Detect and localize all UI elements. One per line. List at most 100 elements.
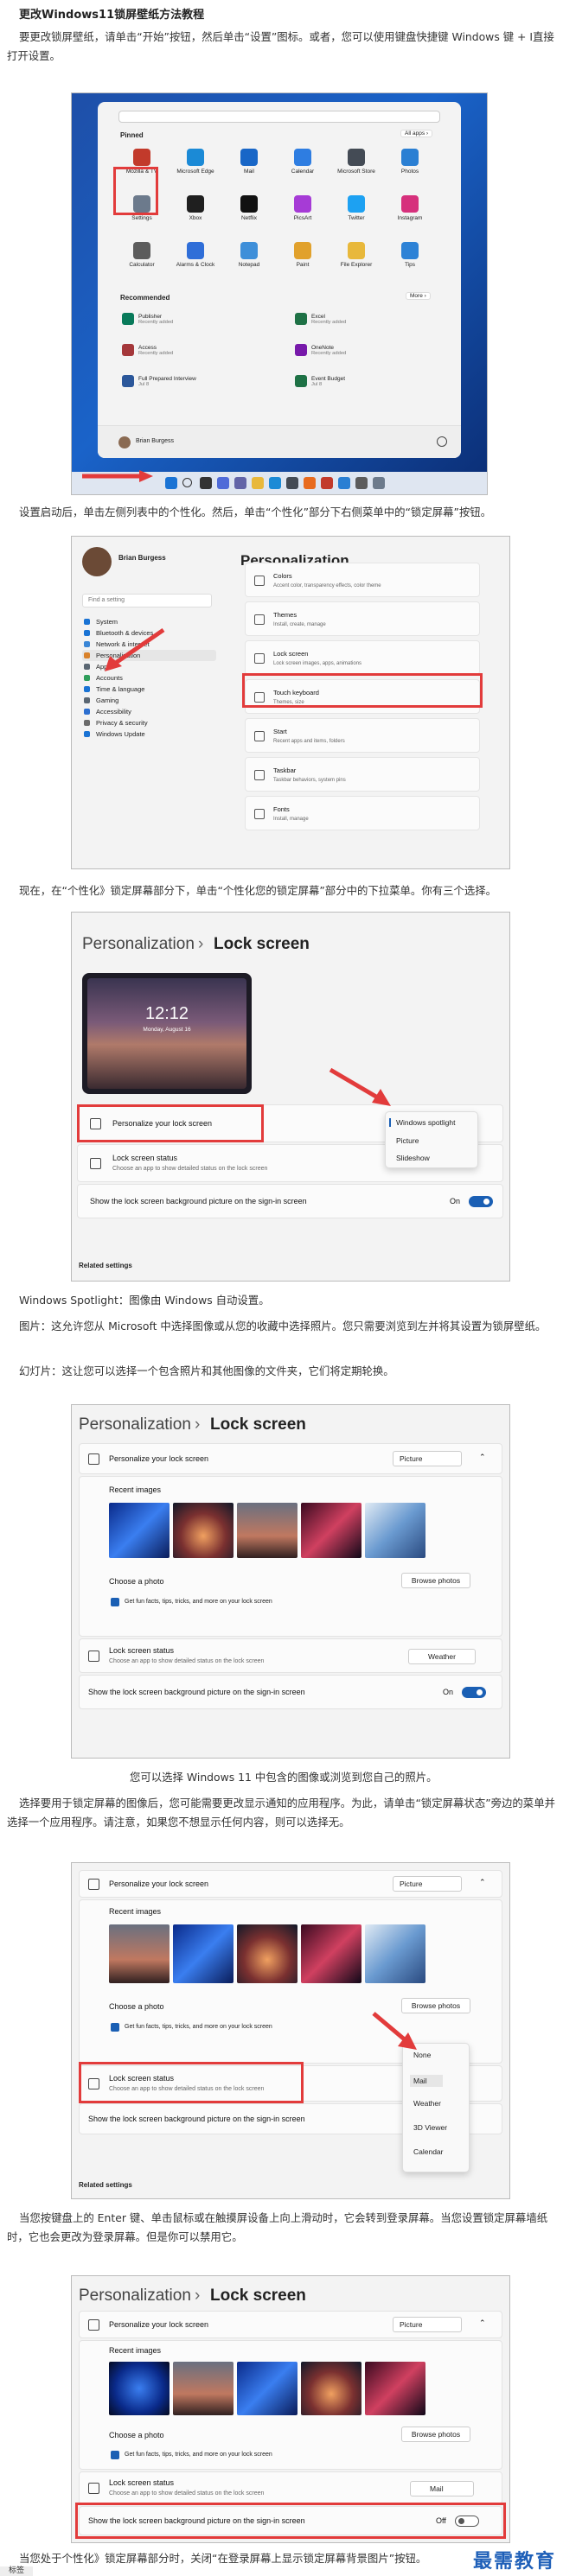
personalization-card[interactable]: Colors Accent color, transparency effects… [245,563,480,597]
pinned-app[interactable]: Alarms & Clock [174,242,217,268]
status-dropdown[interactable]: Weather [408,1649,476,1664]
all-apps-button[interactable]: All apps › [400,130,433,137]
breadcrumb-personalization[interactable]: Personalization [82,935,195,954]
recent-image-3[interactable] [237,2362,297,2415]
recent-image-4[interactable] [301,2362,361,2415]
pinned-app[interactable]: PicsArt [281,195,324,221]
breadcrumb-personalization[interactable]: Personalization [79,1415,191,1434]
photos-icon[interactable] [338,477,350,489]
recommended-item[interactable]: Full Prepared Interview Jul 8 [122,375,196,387]
personalize-dropdown[interactable]: Picture [393,2317,462,2332]
pinned-app[interactable]: Netflix [227,195,271,221]
office-icon[interactable] [321,477,333,489]
nav-item[interactable]: Accounts [82,672,216,684]
calculator-icon[interactable] [355,477,368,489]
recent-image-2[interactable] [173,1924,234,1983]
nav-item[interactable]: Accessibility [82,706,216,717]
pinned-app[interactable]: Microsoft Store [335,149,378,175]
teams-icon[interactable] [234,477,246,489]
avatar[interactable] [118,436,131,448]
pinned-app[interactable]: Calculator [120,242,163,268]
collapse-chevron-icon[interactable]: ⌃ [479,1878,486,1887]
pinned-app[interactable]: File Explorer [335,242,378,268]
card-icon [254,614,265,625]
pinned-app[interactable]: Calendar [281,149,324,175]
recommended-sub: Recently added [311,319,347,325]
task-view-icon[interactable] [200,477,212,489]
recent-image-1[interactable] [109,2362,170,2415]
store-icon[interactable] [286,477,298,489]
pinned-app[interactable]: Xbox [174,195,217,221]
windows-start-icon[interactable] [165,477,177,489]
breadcrumb-personalization[interactable]: Personalization [79,2287,191,2306]
signin-background-toggle[interactable] [462,1687,486,1698]
browse-photos-button[interactable]: Browse photos [401,2427,470,2442]
personalization-card[interactable]: Taskbar Taskbar behaviors, system pins [245,757,480,792]
personalization-card[interactable]: Start Recent apps and items, folders [245,718,480,753]
recommended-item[interactable]: OneNote Recently added [295,344,346,356]
pinned-app[interactable]: Tips [388,242,432,268]
recent-image-4[interactable] [301,1503,361,1558]
personalization-card[interactable]: Fonts Install, manage [245,796,480,830]
recent-image-1[interactable] [109,1503,170,1558]
search-icon[interactable] [182,478,192,487]
recent-image-3[interactable] [237,1924,297,1983]
power-icon[interactable] [437,436,447,447]
recent-image-1[interactable] [109,1924,170,1983]
personalization-card[interactable]: Themes Install, create, manage [245,601,480,636]
personalize-dropdown-menu: Windows spotlight Picture Slideshow [385,1111,478,1168]
recommended-item[interactable]: Event Budget Jul 8 [295,375,345,387]
widgets-icon[interactable] [217,477,229,489]
signin-toggle-highlight [75,2503,506,2539]
status-dropdown[interactable]: Mail [410,2481,474,2496]
pinned-app[interactable]: Paint [281,242,324,268]
collapse-chevron-icon[interactable]: ⌃ [479,2318,486,2328]
settings-taskbar-icon[interactable] [373,477,385,489]
recommended-item[interactable]: Excel Recently added [295,313,346,325]
menu-slideshow[interactable]: Slideshow [396,1154,430,1162]
pinned-app[interactable]: Instagram [388,195,432,221]
status-menu-item[interactable]: Calendar [413,2147,444,2156]
tag-label[interactable]: 标签 [0,2566,33,2576]
recommended-item[interactable]: Access Recently added [122,344,173,356]
personalize-dropdown[interactable]: Picture [393,1451,462,1466]
personalize-dropdown[interactable]: Picture [393,1876,462,1892]
recent-image-5[interactable] [365,2362,425,2415]
nav-icon [84,697,90,703]
pinned-app[interactable]: Microsoft Edge [174,149,217,175]
nav-item[interactable]: Time & language [82,684,216,695]
recent-image-2[interactable] [173,2362,234,2415]
menu-windows-spotlight[interactable]: Windows spotlight [396,1118,456,1127]
pinned-app[interactable]: Mail [227,149,271,175]
menu-picture[interactable]: Picture [396,1136,419,1145]
status-menu-item[interactable]: Mail [410,2075,443,2087]
nav-item[interactable]: Windows Update [82,728,216,740]
recent-image-5[interactable] [365,1924,425,1983]
recent-image-2[interactable] [173,1503,234,1558]
settings-search-input[interactable]: Find a setting [82,594,212,607]
more-button[interactable]: More › [406,292,431,300]
recent-image-4[interactable] [301,1924,361,1983]
personalization-card[interactable]: Lock screen Lock screen images, apps, ani… [245,640,480,675]
pinned-app[interactable]: Photos [388,149,432,175]
fun-facts-checkbox[interactable] [111,1598,119,1606]
start-search-input[interactable] [118,111,440,123]
recent-image-3[interactable] [237,1503,297,1558]
nav-item[interactable]: Privacy & security [82,717,216,728]
nav-item[interactable]: Gaming [82,695,216,706]
status-menu-item[interactable]: 3D Viewer [413,2123,447,2132]
firefox-icon[interactable] [304,477,316,489]
collapse-chevron-icon[interactable]: ⌃ [479,1453,486,1462]
status-menu-item[interactable]: Weather [413,2099,441,2108]
signin-background-toggle[interactable] [469,1196,493,1207]
fun-facts-checkbox[interactable] [111,2451,119,2459]
recent-image-5[interactable] [365,1503,425,1558]
fun-facts-checkbox[interactable] [111,2023,119,2032]
browse-photos-button[interactable]: Browse photos [401,1573,470,1588]
edge-icon[interactable] [269,477,281,489]
file-explorer-icon[interactable] [252,477,264,489]
lock-screen-spotlight-screenshot: Personalization › Lock screen 12:12 Mond… [71,912,510,1282]
pinned-app[interactable]: Twitter [335,195,378,221]
recommended-item[interactable]: Publisher Recently added [122,313,173,325]
pinned-app[interactable]: Notepad [227,242,271,268]
